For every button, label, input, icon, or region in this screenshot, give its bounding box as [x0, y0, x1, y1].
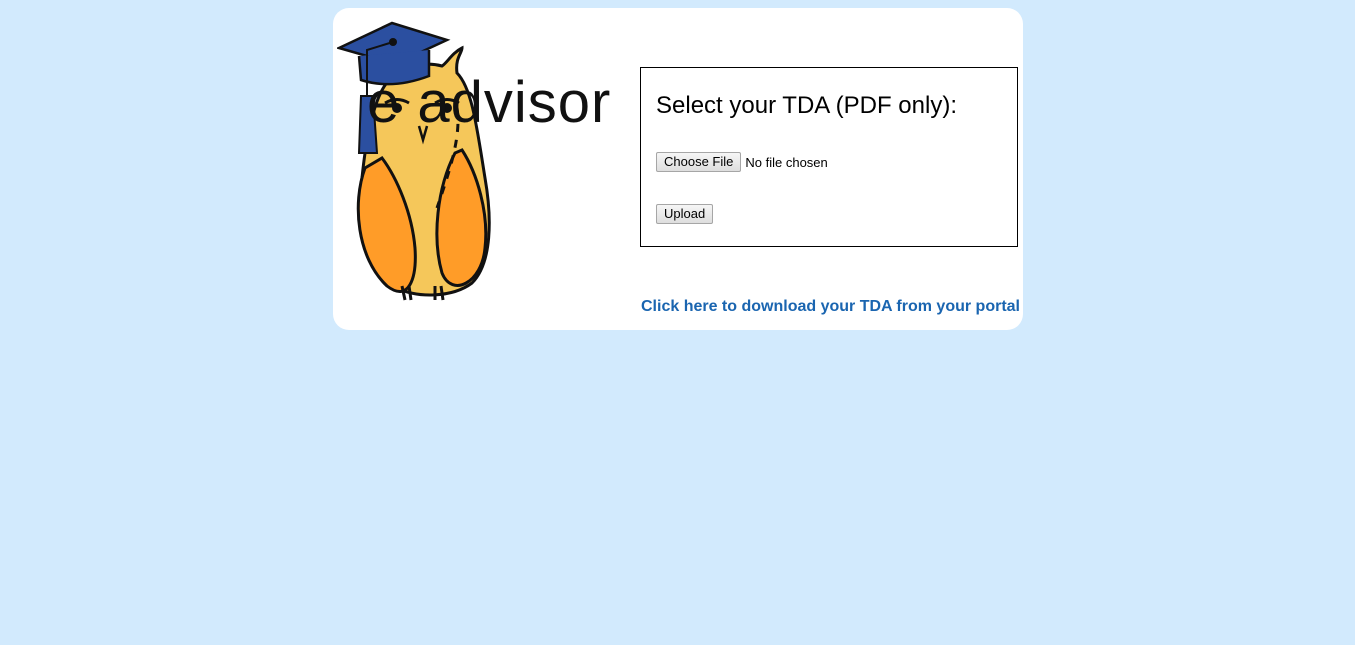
owl-logo: e advisor — [335, 18, 637, 303]
file-status-text: No file chosen — [745, 154, 828, 170]
upload-form: Select your TDA (PDF only): Choose File … — [640, 67, 1018, 247]
file-input[interactable]: Choose File No file chosen — [656, 152, 828, 172]
upload-title: Select your TDA (PDF only): — [656, 92, 957, 119]
choose-file-button[interactable]: Choose File — [656, 152, 742, 172]
main-card: e advisor Select your TDA (PDF only): Ch… — [333, 8, 1023, 330]
upload-button[interactable]: Upload — [656, 204, 714, 224]
download-tda-link[interactable]: Click here to download your TDA from you… — [641, 298, 1020, 316]
owl-graduate-icon — [335, 21, 491, 301]
logo-wordmark: e advisor — [367, 70, 612, 135]
